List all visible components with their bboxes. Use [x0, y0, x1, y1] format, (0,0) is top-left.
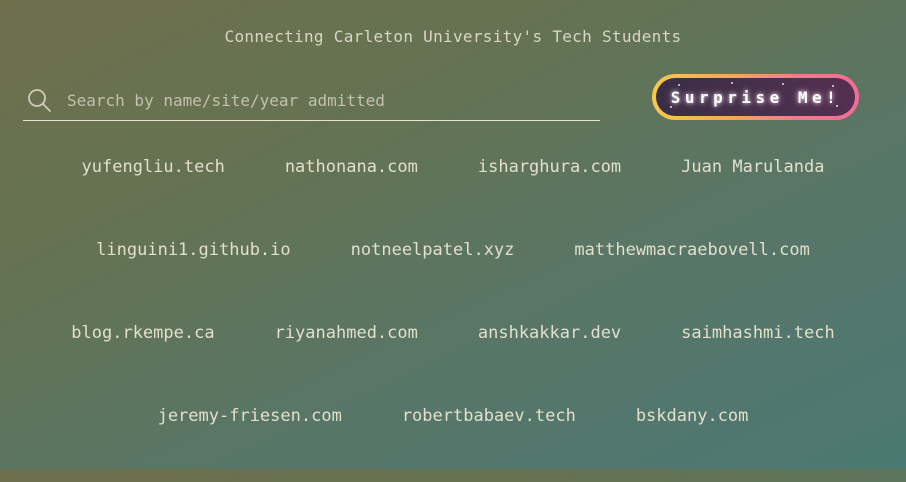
- search-input[interactable]: [67, 85, 600, 115]
- surprise-me-label: Surprise Me!: [670, 87, 841, 107]
- site-link[interactable]: Juan Marulanda: [681, 150, 824, 184]
- site-row: blog.rkempe.ca riyanahmed.com anshkakkar…: [0, 316, 906, 399]
- site-link[interactable]: saimhashmi.tech: [681, 316, 835, 350]
- surprise-me-button[interactable]: Surprise Me!: [656, 78, 855, 116]
- search-bar: [23, 80, 600, 121]
- site-row: linguini1.github.io notneelpatel.xyz mat…: [0, 233, 906, 316]
- search-icon[interactable]: [25, 86, 53, 114]
- site-link[interactable]: nathonana.com: [285, 150, 418, 184]
- site-link[interactable]: blog.rkempe.ca: [71, 316, 214, 350]
- site-link[interactable]: jeremy-friesen.com: [158, 399, 342, 433]
- site-link[interactable]: bskdany.com: [636, 399, 749, 433]
- site-link[interactable]: linguini1.github.io: [96, 233, 290, 267]
- site-link[interactable]: anshkakkar.dev: [478, 316, 621, 350]
- site-link[interactable]: matthewmacraebovell.com: [574, 233, 809, 267]
- site-link[interactable]: riyanahmed.com: [275, 316, 418, 350]
- site-link[interactable]: isharghura.com: [478, 150, 621, 184]
- site-list: yufengliu.tech nathonana.com isharghura.…: [0, 150, 906, 482]
- site-row: jeremy-friesen.com robertbabaev.tech bsk…: [0, 399, 906, 482]
- site-link[interactable]: notneelpatel.xyz: [351, 233, 515, 267]
- site-row: yufengliu.tech nathonana.com isharghura.…: [0, 150, 906, 233]
- page-tagline: Connecting Carleton University's Tech St…: [224, 27, 682, 46]
- site-link[interactable]: yufengliu.tech: [82, 150, 225, 184]
- site-link[interactable]: robertbabaev.tech: [402, 399, 576, 433]
